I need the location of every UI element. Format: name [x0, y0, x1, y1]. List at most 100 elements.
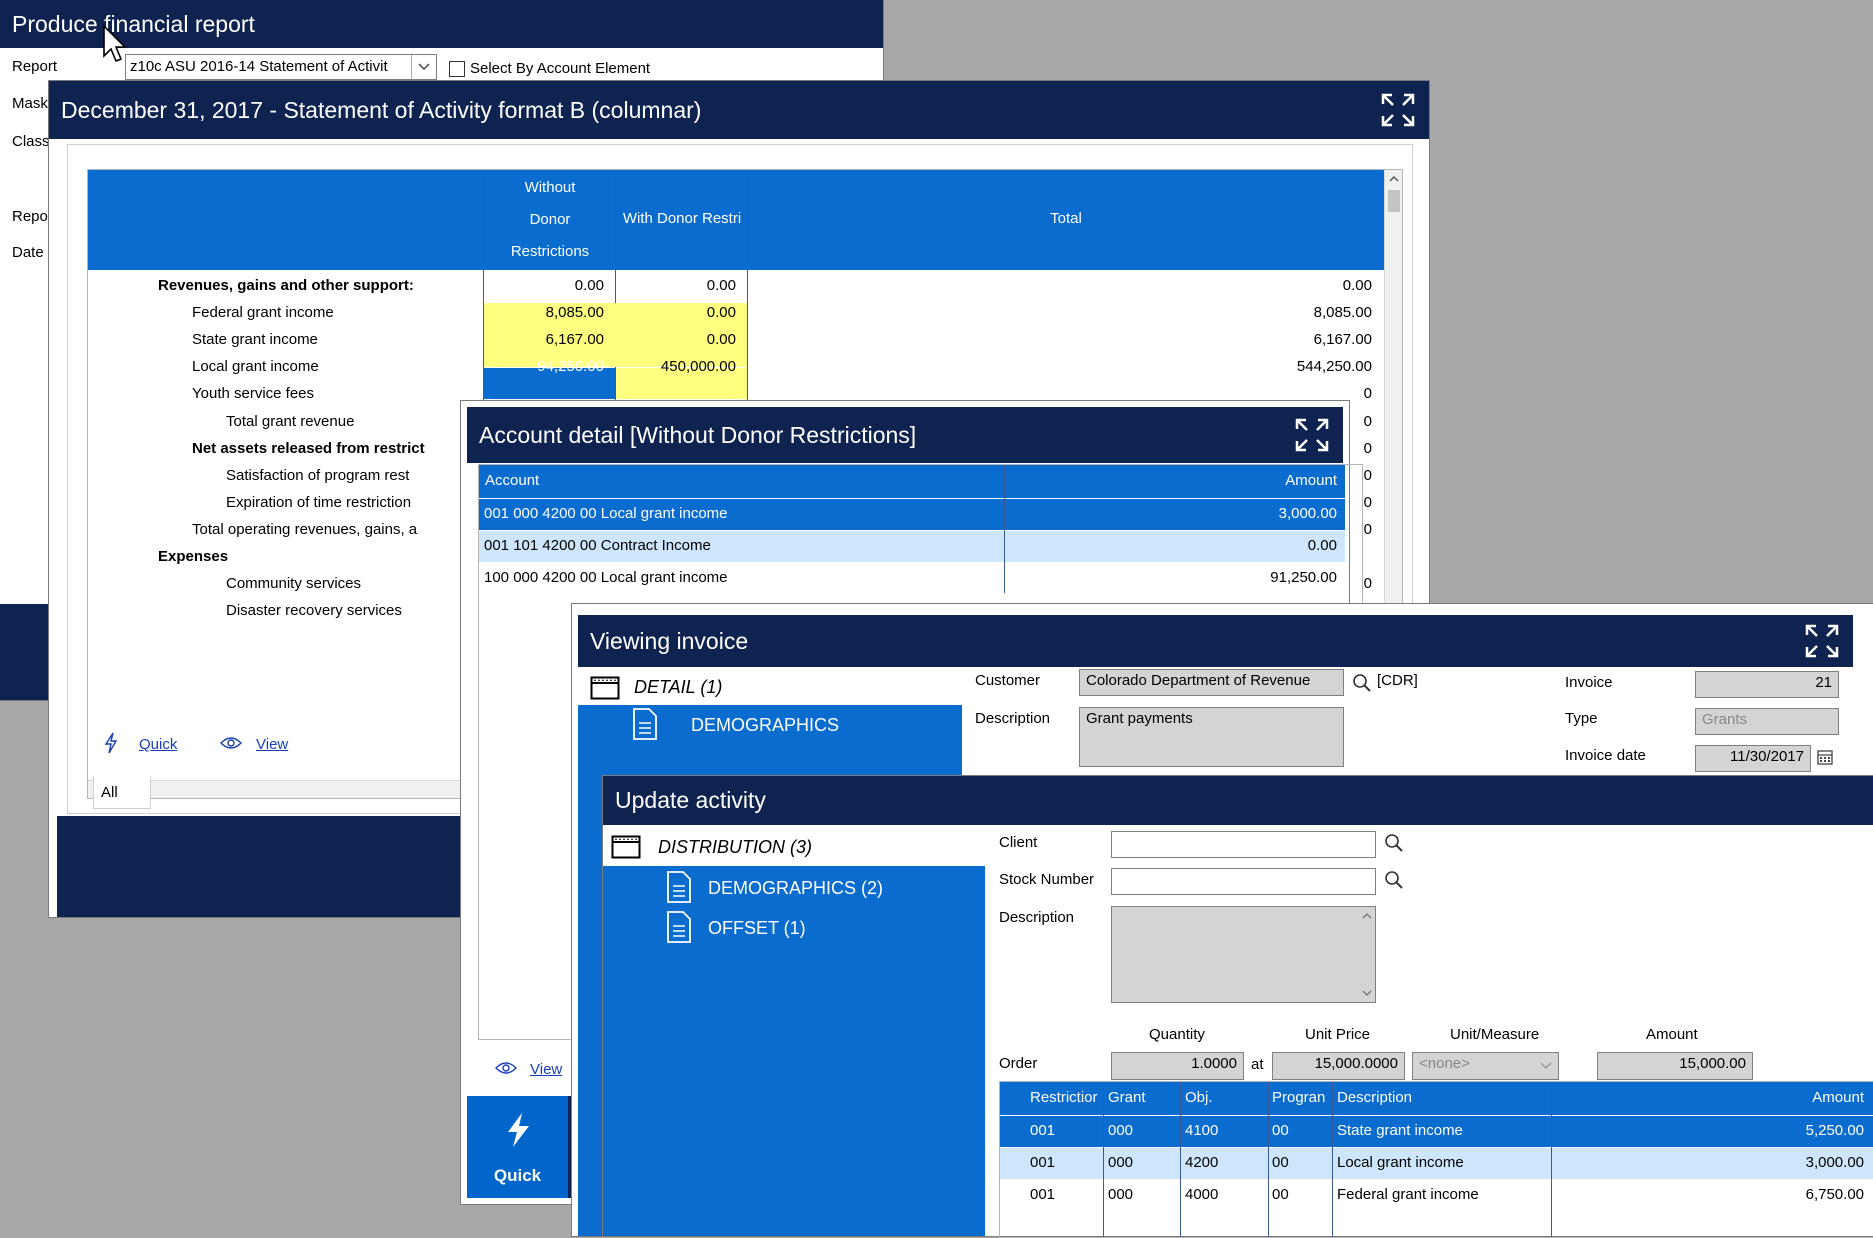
statement-row[interactable]: State grant income 6,167.00 0.00 6,167.00 [88, 326, 1384, 353]
report-select[interactable]: z10c ASU 2016-14 Statement of Activit [125, 54, 437, 80]
update-activity-window: Update activity DISTRIBUTION (3) DEMOGRA… [603, 776, 1873, 1238]
amount-cell: 0.00 [1307, 537, 1337, 554]
invoice-description-field[interactable]: Grant payments [1079, 707, 1344, 767]
statement-cell-without[interactable]: 8,085.00 [484, 304, 604, 321]
lightning-icon[interactable] [103, 732, 119, 754]
restriction-cell: 001 [1030, 1154, 1056, 1171]
distribution-row[interactable]: 001 000 4200 00 Local grant income 3,000.00 [1000, 1148, 1873, 1179]
program-col-header[interactable]: Progran [1272, 1089, 1332, 1106]
statement-row-label: Local grant income [192, 358, 319, 376]
account-detail-titlebar[interactable]: Account detail [Without Donor Restrictio… [467, 407, 1343, 463]
col-without-header[interactable]: Without Donor Restrictions [484, 170, 616, 270]
statement-cell-with[interactable]: 0.00 [616, 304, 736, 321]
search-icon[interactable] [1384, 833, 1404, 853]
update-activity-titlebar[interactable]: Update activity [603, 776, 1873, 825]
statement-row[interactable]: Local grant income 94,250.00 450,000.00 544… [88, 353, 1384, 380]
distribution-grid: Restrictior Grant Obj. Progran Descripti… [999, 1081, 1873, 1238]
statement-row[interactable]: Federal grant income 8,085.00 0.00 8,085.00 [88, 299, 1384, 326]
scroll-up-icon[interactable] [1361, 911, 1373, 921]
select-by-element-checkbox[interactable] [449, 61, 465, 77]
amount-col-header[interactable]: Amount [999, 472, 1337, 489]
statement-cell-total[interactable]: 0 [748, 385, 1372, 402]
quick-link[interactable]: Quick [139, 736, 177, 753]
view-link[interactable]: View [256, 736, 288, 753]
statement-row-label: Expenses [158, 548, 229, 565]
chevron-down-icon [411, 55, 436, 79]
tree-demographics-item[interactable]: DEMOGRAPHICS [578, 705, 962, 745]
statement-row[interactable]: Revenues, gains and other support: 0.00 0.… [88, 272, 1384, 299]
obj-col-header[interactable]: Obj. [1185, 1089, 1213, 1106]
description-col-header[interactable]: Description [1337, 1089, 1412, 1106]
search-icon[interactable] [1384, 870, 1404, 890]
at-label: at [1251, 1056, 1264, 1073]
distribution-row[interactable]: 001 000 4000 00 Federal grant income 6,750.00 [1000, 1180, 1873, 1211]
window-icon [590, 676, 620, 700]
account-cell: 001 000 4200 00 Local grant income [484, 505, 728, 522]
expand-icon[interactable] [1805, 624, 1839, 658]
expand-icon[interactable] [1295, 418, 1329, 452]
account-col-header[interactable]: Account [485, 472, 539, 489]
invoice-titlebar[interactable]: Viewing invoice [578, 615, 1853, 667]
statement-title: December 31, 2017 - Statement of Activit… [61, 96, 702, 123]
tab-all[interactable]: All [93, 776, 151, 809]
statement-cell-total[interactable]: 6,167.00 [748, 331, 1372, 348]
tree-offset-item[interactable]: OFFSET (1) [603, 908, 985, 948]
type-select[interactable]: Grants [1695, 708, 1839, 735]
grant-col-header[interactable]: Grant [1108, 1089, 1146, 1106]
restriction-col-header[interactable]: Restrictior [1030, 1089, 1102, 1106]
update-description-field[interactable] [1111, 906, 1376, 1003]
client-input[interactable] [1111, 831, 1376, 858]
update-activity-title: Update activity [615, 787, 766, 813]
quick-button[interactable]: Quick [467, 1096, 568, 1198]
statement-cell-with[interactable]: 0.00 [616, 331, 736, 348]
account-row[interactable]: 001 101 4200 00 Contract Income 0.00 [479, 531, 1345, 562]
scroll-down-icon[interactable] [1361, 988, 1373, 998]
eye-icon[interactable] [220, 735, 242, 751]
calendar-icon[interactable] [1817, 749, 1833, 765]
statement-titlebar[interactable]: December 31, 2017 - Statement of Activit… [49, 81, 1429, 139]
order-label: Order [999, 1055, 1038, 1072]
amount-field[interactable]: 15,000.00 [1597, 1052, 1753, 1080]
unit-price-field[interactable]: 15,000.0000 [1272, 1052, 1405, 1080]
grant-cell: 000 [1108, 1154, 1134, 1171]
customer-label: Customer [975, 672, 1041, 689]
statement-cell-without[interactable]: 94,250.00 [484, 358, 604, 375]
amount-cell: 91,250.00 [1270, 569, 1337, 586]
restriction-cell: 001 [1030, 1122, 1056, 1139]
statement-cell-without[interactable]: 0.00 [484, 277, 604, 294]
invoice-number-field[interactable]: 21 [1695, 671, 1839, 698]
account-row[interactable]: 100 000 4200 00 Local grant income 91,250… [479, 563, 1345, 594]
statement-cell-with[interactable]: 450,000.00 [616, 358, 736, 375]
vertical-scroll-thumb[interactable] [1388, 190, 1400, 212]
col-with-header[interactable]: With Donor Restri [616, 210, 748, 227]
invoice-date-field[interactable]: 11/30/2017 [1695, 745, 1811, 772]
account-row[interactable]: 001 000 4200 00 Local grant income 3,000.… [479, 499, 1345, 530]
customer-field[interactable]: Colorado Department of Revenue [1079, 669, 1344, 696]
description-cell: Federal grant income [1337, 1186, 1479, 1203]
stock-number-input[interactable] [1111, 868, 1376, 895]
tree-detail-item[interactable]: DETAIL (1) [578, 668, 962, 705]
statement-cell-total[interactable]: 0.00 [748, 277, 1372, 294]
col-without-line1: Without [524, 179, 576, 196]
scroll-up-icon[interactable] [1385, 170, 1403, 188]
tree-distribution-item[interactable]: DISTRIBUTION (3) [603, 828, 985, 866]
produce-report-titlebar[interactable]: Produce financial report [0, 0, 883, 48]
statement-cell-without[interactable]: 6,167.00 [484, 331, 604, 348]
tree-demographics-label: DEMOGRAPHICS [691, 715, 840, 735]
account-view-link[interactable]: View [530, 1061, 562, 1078]
chevron-down-icon [1540, 1062, 1552, 1070]
description-cell: State grant income [1337, 1122, 1463, 1139]
statement-cell-total[interactable]: 544,250.00 [748, 358, 1372, 375]
col-total-header[interactable]: Total [748, 210, 1384, 227]
eye-icon[interactable] [495, 1060, 517, 1076]
expand-icon[interactable] [1381, 93, 1415, 127]
unit-measure-select[interactable]: <none> [1412, 1052, 1559, 1080]
search-icon[interactable] [1352, 673, 1372, 693]
distribution-row[interactable]: 001 000 4100 00 State grant income 5,250.00 [1000, 1116, 1873, 1147]
tree-demographics2-item[interactable]: DEMOGRAPHICS (2) [603, 868, 985, 908]
report-label: Report [12, 58, 58, 75]
dist-amount-col-header[interactable]: Amount [1556, 1089, 1864, 1106]
statement-cell-with[interactable]: 0.00 [616, 277, 736, 294]
statement-cell-total[interactable]: 8,085.00 [748, 304, 1372, 321]
quantity-field[interactable]: 1.0000 [1111, 1052, 1244, 1080]
